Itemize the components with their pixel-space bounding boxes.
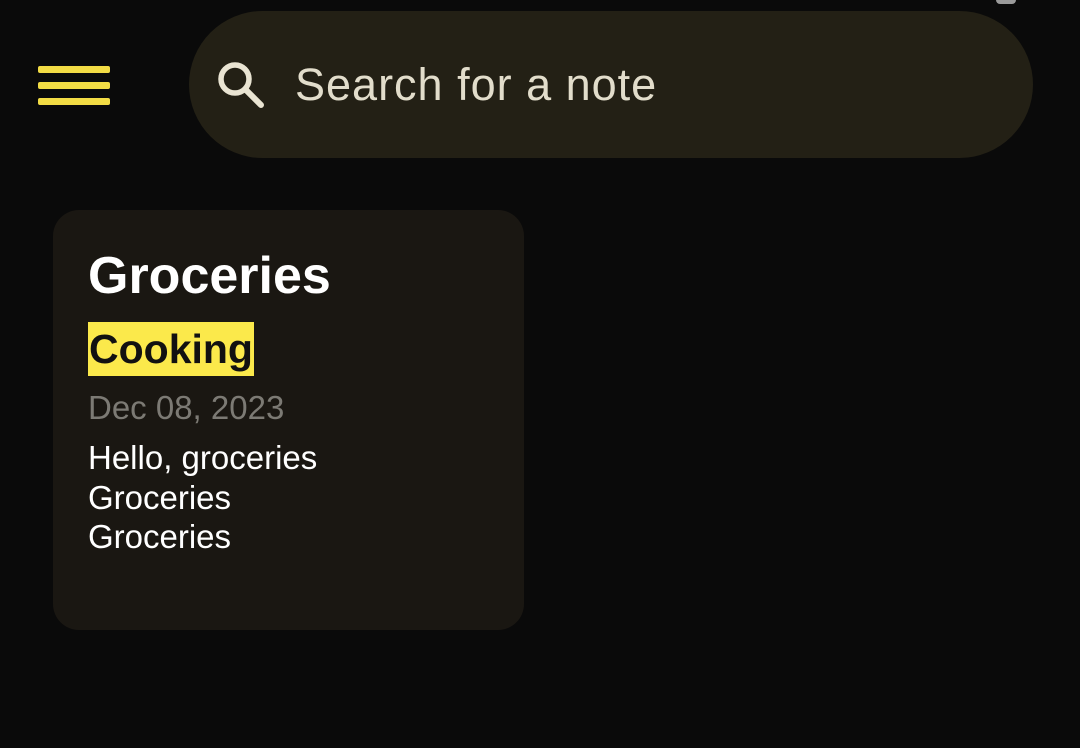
note-body-line: Groceries (88, 518, 232, 555)
notes-screen: Groceries Cooking Dec 08, 2023 Hello, gr… (0, 0, 1080, 748)
note-body-line: Groceries (88, 478, 232, 516)
note-title: Groceries (88, 247, 331, 305)
note-date: Dec 08, 2023 (88, 389, 285, 426)
note-body-line: Hello, groceries (88, 439, 318, 476)
menu-icon-bar-middle (38, 81, 110, 89)
note-tag: Cooking (88, 322, 254, 376)
note-card[interactable]: Groceries Cooking Dec 08, 2023 Hello, gr… (53, 210, 524, 630)
status-bar-indicator (996, 0, 1016, 4)
menu-icon-bar-top (38, 65, 110, 73)
note-body-preview: Hello, groceries Groceries Groceries (88, 438, 489, 557)
menu-button[interactable] (32, 54, 116, 116)
search-bar[interactable] (189, 11, 1033, 158)
search-input[interactable] (295, 58, 975, 111)
menu-icon-bar-bottom (38, 97, 110, 105)
search-icon (215, 59, 267, 111)
